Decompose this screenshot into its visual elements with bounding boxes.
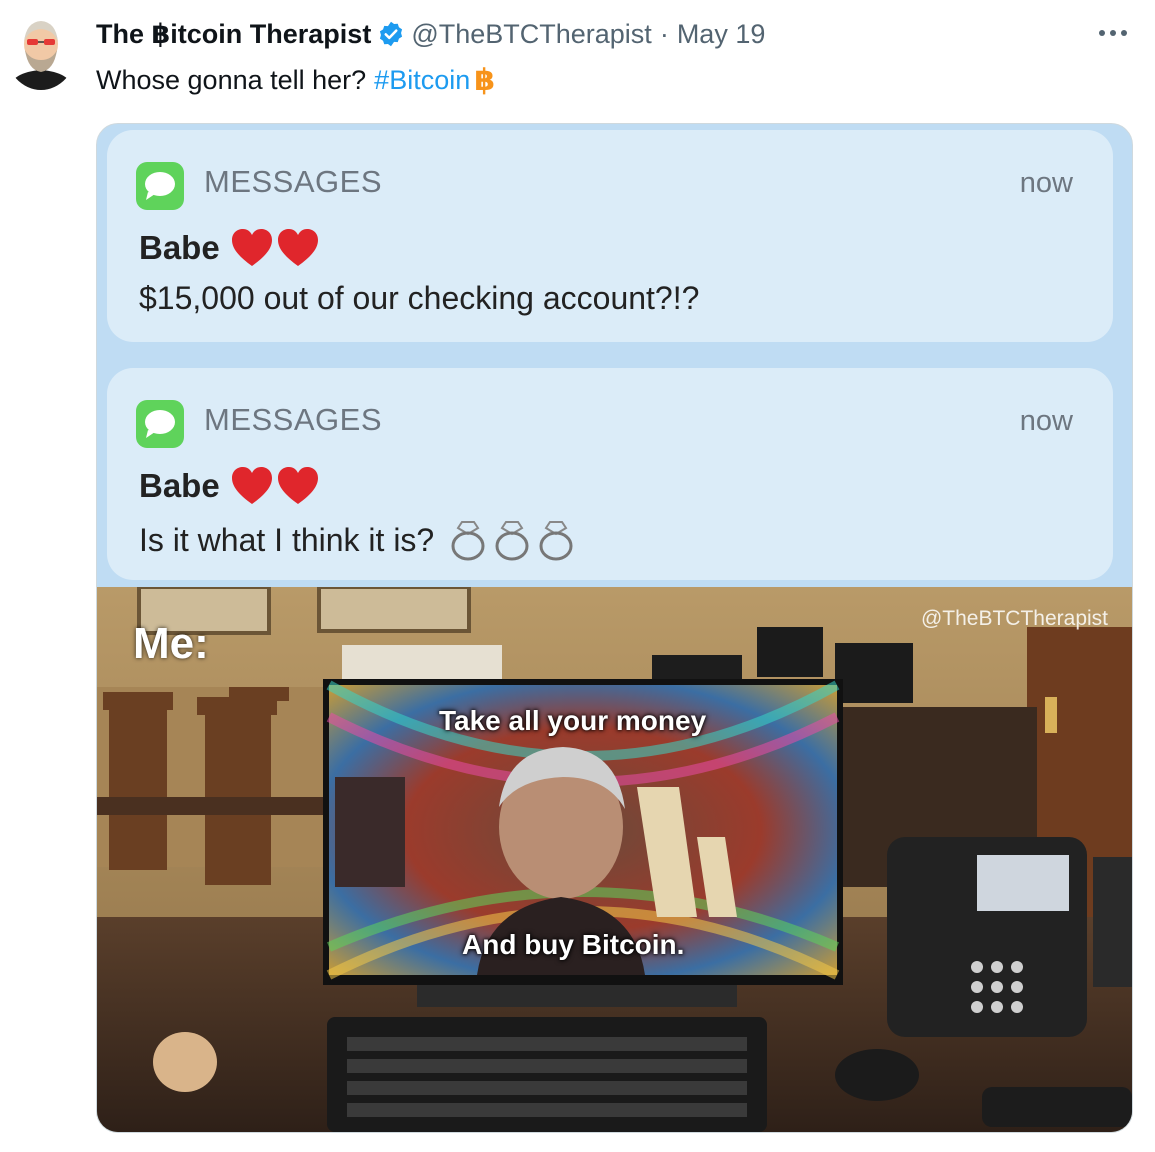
notification-sender: Babe: [139, 466, 320, 506]
meme-caption-top: Take all your money: [439, 705, 707, 736]
messages-app-icon: [136, 400, 184, 448]
watermark: @TheBTCTherapist: [920, 607, 1108, 630]
verified-badge-icon: [380, 21, 403, 47]
hashtag-link[interactable]: #Bitcoin: [374, 65, 470, 96]
tweet-text: Whose gonna tell her? #Bitcoin ฿: [96, 60, 495, 100]
tweet-media-image[interactable]: MESSAGES now Babe $15,000 out of our che…: [96, 123, 1133, 1133]
notification-app-name: MESSAGES: [204, 402, 382, 437]
bitcoin-icon: ฿: [474, 63, 496, 97]
more-dots-icon: [1099, 30, 1127, 36]
message-notification: MESSAGES now Babe Is it what I think it …: [107, 368, 1113, 580]
more-options-button[interactable]: [1093, 18, 1133, 48]
meme-caption-bottom: And buy Bitcoin.: [462, 929, 685, 960]
notification-message: $15,000 out of our checking account?!?: [139, 280, 700, 316]
notification-sender: Babe: [139, 228, 320, 268]
notification-time: now: [1019, 167, 1073, 199]
ring-icon: [495, 521, 529, 561]
separator-dot: ·: [659, 18, 669, 49]
heart-icon: [277, 467, 318, 504]
notification-message: Is it what I think it is?: [139, 521, 435, 558]
heart-icon: [231, 467, 272, 504]
notification-message-line: Is it what I think it is?: [139, 518, 576, 562]
message-notification: MESSAGES now Babe $15,000 out of our che…: [107, 130, 1113, 342]
author-handle[interactable]: @TheBTCTherapist: [411, 19, 651, 50]
sender-name: Babe: [139, 467, 220, 504]
tweet-header: The ฿itcoin Therapist @TheBTCTherapist ·…: [96, 16, 765, 52]
heart-icon: [277, 229, 318, 266]
heart-icon: [231, 229, 272, 266]
tweet-body: Whose gonna tell her?: [96, 64, 367, 95]
hearts-emoji-group: [230, 466, 320, 506]
notification-app-name: MESSAGES: [204, 164, 382, 199]
bearded-man-avatar-icon: [6, 12, 76, 90]
sender-name: Babe: [139, 229, 220, 266]
notification-time: now: [1019, 405, 1073, 437]
ring-icon: [451, 521, 485, 561]
messages-app-icon: [136, 162, 184, 210]
hearts-emoji-group: [230, 228, 320, 268]
office-scene-illustration: [97, 587, 1132, 1132]
meme-label: Me:: [133, 619, 209, 668]
ring-icon: [539, 521, 573, 561]
tweet-date[interactable]: May 19: [677, 19, 766, 50]
office-meme-photo: Me: @TheBTCTherapist Take all your money…: [97, 587, 1132, 1132]
rings-emoji-group: [448, 518, 576, 562]
author-name[interactable]: The ฿itcoin Therapist: [96, 19, 371, 50]
author-avatar[interactable]: [6, 12, 76, 90]
